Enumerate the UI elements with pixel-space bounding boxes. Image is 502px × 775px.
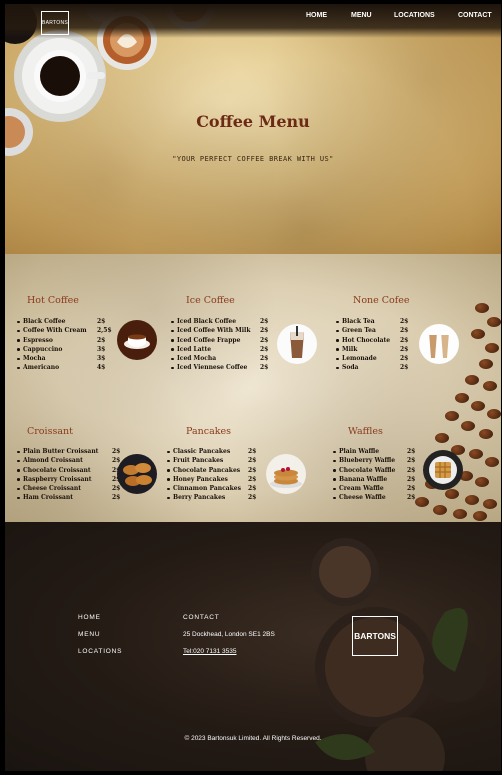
list-item: Chocolate Pancakes 2$ xyxy=(167,466,257,475)
hero-subtitle: "YOUR PERFECT COFFEE BREAK WITH US" xyxy=(172,155,334,163)
footer-contact-heading: CONTACT xyxy=(183,614,220,621)
list-item: Berry Pancakes 2$ xyxy=(167,493,257,502)
list-item: Classic Pancakes 2$ xyxy=(167,447,257,456)
list-item: Cappuccino 3$ xyxy=(17,345,105,354)
list-item: Milk 2$ xyxy=(336,345,416,354)
footer-link-menu[interactable]: MENU xyxy=(78,631,100,638)
nav-locations[interactable]: LOCATIONS xyxy=(394,12,435,19)
list-item: Iced Coffee With Milk 2$ xyxy=(171,326,271,335)
hero-section: BARTONS HOME MENU LOCATIONS CONTACT Coff… xyxy=(5,4,501,254)
top-navbar: BARTONS HOME MENU LOCATIONS CONTACT xyxy=(5,4,501,38)
header-logo[interactable]: BARTONS xyxy=(41,11,69,35)
list-item: Iced Latte 2$ xyxy=(171,345,271,354)
list-item: Raspberry Croissant 2$ xyxy=(17,475,121,484)
ice-coffee-image xyxy=(277,324,317,364)
list-item: Hot Chocolate 2$ xyxy=(336,336,416,345)
list-item: Cream Waffle 2$ xyxy=(333,484,417,493)
list-item: Black Coffee 2$ xyxy=(17,317,105,326)
section-title-pancakes: Pancakes xyxy=(186,426,231,437)
list-item: Honey Pancakes 2$ xyxy=(167,475,257,484)
list-item: Plain Butter Croissant 2$ xyxy=(17,447,121,456)
footer-link-home[interactable]: HOME xyxy=(78,614,101,621)
footer-link-locations[interactable]: LOCATIONS xyxy=(78,648,122,655)
list-item: Banana Waffle 2$ xyxy=(333,475,417,484)
page-title: Coffee Menu xyxy=(196,112,310,131)
list-item: Green Tea 2$ xyxy=(336,326,416,335)
hot-coffee-list: Black Coffee 2$ Coffee With Cream 2,5$ Esp… xyxy=(17,317,112,373)
list-item: Iced Black Coffee 2$ xyxy=(171,317,271,326)
hot-coffee-image xyxy=(117,320,157,360)
footer-copyright: © 2023 Bartonsuk Limited. All Rights Res… xyxy=(184,735,322,742)
list-item: Chocolate Waffle 2$ xyxy=(333,466,417,475)
nav-menu[interactable]: MENU xyxy=(351,12,372,19)
section-title-waffles: Waffles xyxy=(348,426,383,437)
none-coffee-image xyxy=(419,324,459,364)
list-item: Lemonade 2$ xyxy=(336,354,416,363)
list-item: Coffee With Cream 2,5$ xyxy=(17,326,112,335)
none-coffee-list: Black Tea 2$ Green Tea 2$ Hot Chocolate 2$ … xyxy=(336,317,416,373)
page: BARTONS HOME MENU LOCATIONS CONTACT Coff… xyxy=(5,4,501,771)
footer-phone[interactable]: Tel:020 7131 3535 xyxy=(183,648,237,655)
list-item: Cheese Waffle 2$ xyxy=(333,493,417,502)
section-title-ice-coffee: Ice Coffee xyxy=(186,295,235,306)
list-item: Espresso 2$ xyxy=(17,336,105,345)
nav-contact[interactable]: CONTACT xyxy=(458,12,492,19)
footer: HOME MENU LOCATIONS CONTACT 25 Dockhead,… xyxy=(5,522,501,771)
list-item: Cheese Croissant 2$ xyxy=(17,484,121,493)
section-title-none-coffee: None Cofee xyxy=(353,295,410,306)
list-item: Cinnamon Pancakes 2$ xyxy=(167,484,257,493)
pancakes-list: Classic Pancakes 2$ Fruit Pancakes 2$ Choc… xyxy=(167,447,257,503)
list-item: Blueberry Waffle 2$ xyxy=(333,456,417,465)
menu-section: Hot Coffee Black Coffee 2$ Coffee With Cr… xyxy=(5,254,501,522)
list-item: Iced Coffee Frappe 2$ xyxy=(171,336,271,345)
section-title-croissant: Croissant xyxy=(27,426,73,437)
croissant-list: Plain Butter Croissant 2$ Almond Croissan… xyxy=(17,447,121,503)
ice-coffee-list: Iced Black Coffee 2$ Iced Coffee With Mil… xyxy=(171,317,271,373)
footer-address: 25 Dockhead, London SE1 2BS xyxy=(183,631,275,638)
list-item: Chocolate Croissant 2$ xyxy=(17,466,121,475)
list-item: Mocha 3$ xyxy=(17,354,105,363)
list-item: Fruit Pancakes 2$ xyxy=(167,456,257,465)
list-item: Ham Croissant 2$ xyxy=(17,493,121,502)
list-item: Soda 2$ xyxy=(336,363,416,372)
waffles-image xyxy=(423,450,463,490)
list-item: Plain Waffle 2$ xyxy=(333,447,417,456)
list-item: Iced Viennese Coffee 2$ xyxy=(171,363,271,372)
pancakes-image xyxy=(266,454,306,494)
section-title-hot-coffee: Hot Coffee xyxy=(27,295,79,306)
list-item: Almond Croissant 2$ xyxy=(17,456,121,465)
nav-home[interactable]: HOME xyxy=(306,12,327,19)
list-item: Iced Mocha 2$ xyxy=(171,354,271,363)
list-item: Black Tea 2$ xyxy=(336,317,416,326)
footer-logo[interactable]: BARTONS xyxy=(352,616,398,656)
list-item: Americano 4$ xyxy=(17,363,105,372)
waffles-list: Plain Waffle 2$ Blueberry Waffle 2$ Chocol… xyxy=(333,447,417,503)
croissant-image xyxy=(117,454,157,494)
